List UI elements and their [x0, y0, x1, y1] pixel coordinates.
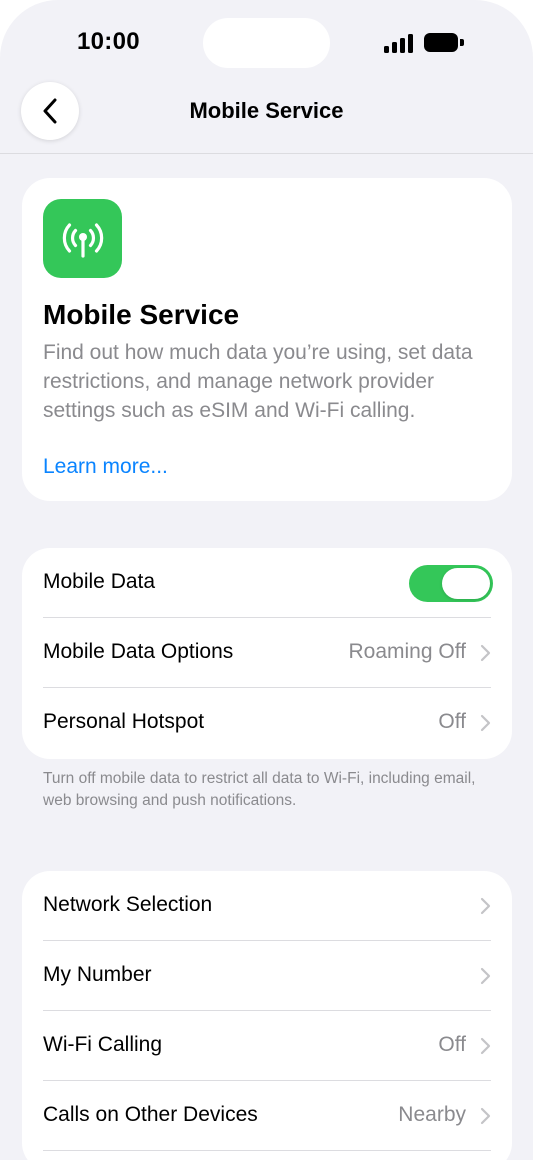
network-selection-row[interactable]: Network Selection: [22, 871, 512, 941]
chevron-right-icon: [480, 1107, 491, 1125]
calls-on-other-devices-value: Nearby: [398, 1103, 466, 1126]
mobile-data-label: Mobile Data: [43, 570, 156, 593]
status-bar: 10:00: [0, 0, 533, 86]
mobile-data-footer-note: Turn off mobile data to restrict all dat…: [43, 770, 476, 809]
calls-on-other-devices-row[interactable]: Calls on Other Devices Nearby: [22, 1081, 512, 1151]
mobile-data-toggle[interactable]: [409, 565, 493, 602]
row-divider: [43, 1150, 491, 1151]
wifi-calling-label: Wi-Fi Calling: [43, 1033, 163, 1056]
intro-description: Find out how much data you’re using, set…: [43, 341, 473, 422]
signal-icon: [384, 33, 413, 53]
phone-screen: 10:00 Mobile Service Mobile Service Find…: [0, 0, 533, 1160]
antenna-icon: [62, 222, 103, 258]
chevron-right-icon: [480, 897, 491, 915]
my-number-label: My Number: [43, 963, 152, 986]
toggle-knob: [442, 568, 490, 599]
intro-card: Mobile Service Find out how much data yo…: [22, 178, 512, 501]
page-title: Mobile Service: [189, 98, 344, 123]
network-section: Network Selection My Number Wi-Fi Callin…: [22, 871, 512, 1160]
app-icon: [43, 199, 122, 278]
mobile-data-options-row[interactable]: Mobile Data Options Roaming Off: [22, 618, 512, 688]
my-number-row[interactable]: My Number: [22, 941, 512, 1011]
network-selection-label: Network Selection: [43, 893, 213, 916]
personal-hotspot-row[interactable]: Personal Hotspot Off: [22, 688, 512, 758]
mobile-data-row[interactable]: Mobile Data: [22, 548, 512, 618]
status-time: 10:00: [77, 28, 140, 55]
battery-icon: [424, 33, 464, 52]
navigation-bar: Mobile Service: [0, 80, 533, 154]
learn-more-link[interactable]: Learn more...: [43, 455, 168, 479]
intro-title: Mobile Service: [43, 299, 240, 330]
mobile-data-section: Mobile Data Mobile Data Options Roaming …: [22, 548, 512, 759]
chevron-right-icon: [480, 714, 491, 732]
calls-on-other-devices-label: Calls on Other Devices: [43, 1103, 258, 1126]
wifi-calling-row[interactable]: Wi-Fi Calling Off: [22, 1011, 512, 1081]
personal-hotspot-value: Off: [438, 710, 466, 733]
chevron-right-icon: [480, 1037, 491, 1055]
dynamic-island: [203, 18, 330, 68]
personal-hotspot-label: Personal Hotspot: [43, 710, 205, 733]
wifi-calling-value: Off: [438, 1033, 466, 1056]
mobile-data-options-value: Roaming Off: [348, 640, 467, 663]
chevron-right-icon: [480, 967, 491, 985]
mobile-data-options-label: Mobile Data Options: [43, 640, 234, 663]
chevron-right-icon: [480, 644, 491, 662]
